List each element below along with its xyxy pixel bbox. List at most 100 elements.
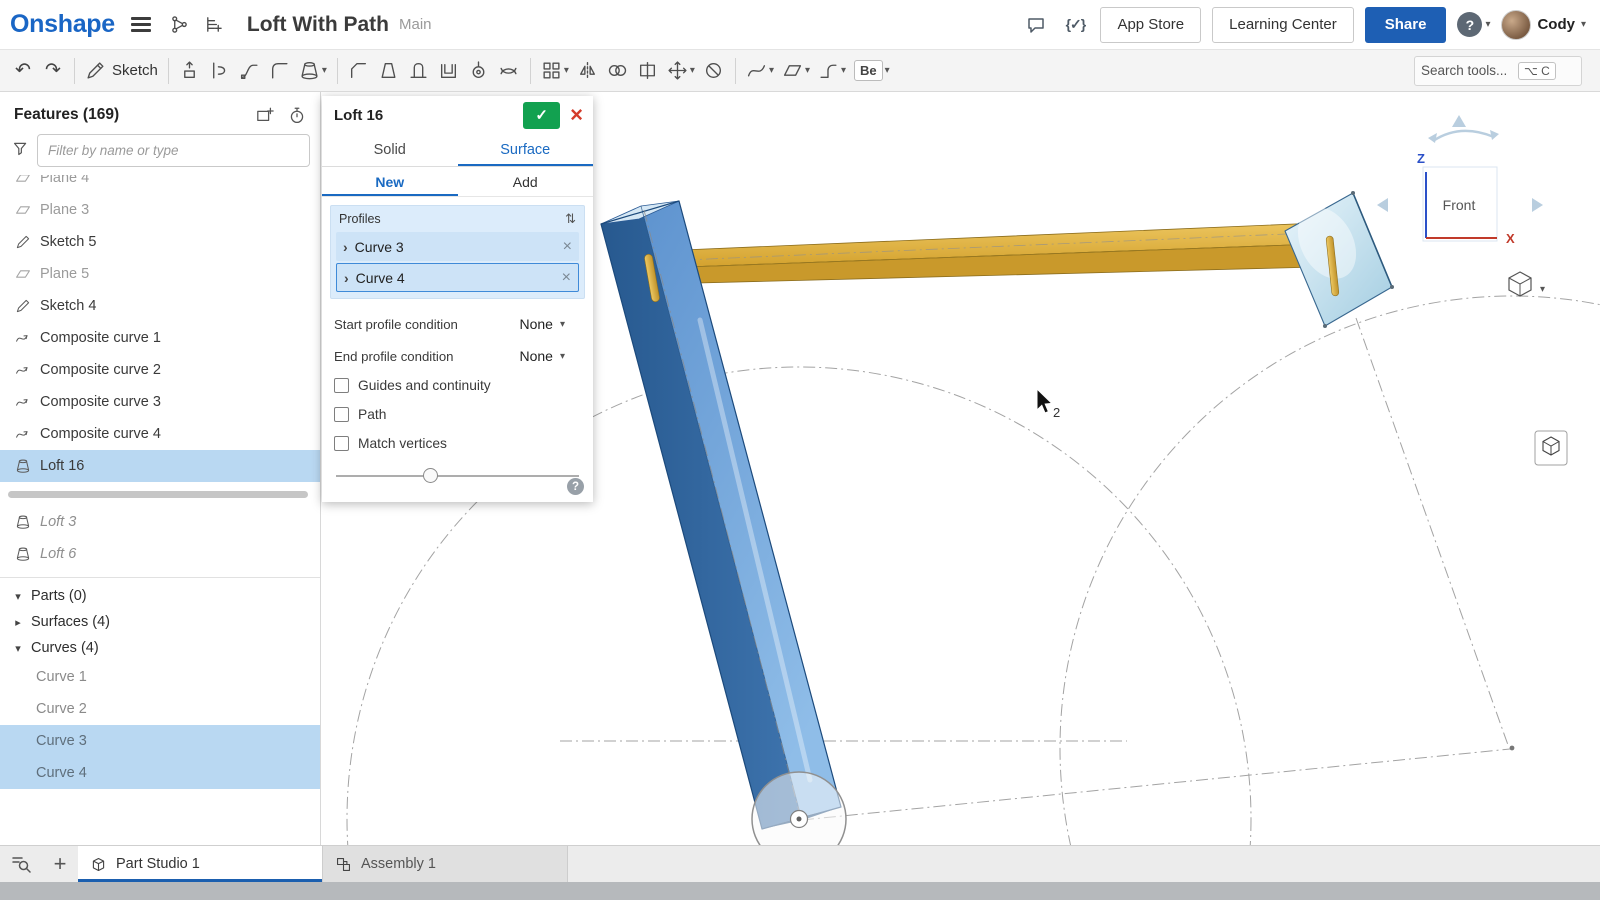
create-folder-button[interactable]: [254, 104, 276, 126]
group-surfaces[interactable]: ▸ Surfaces (4): [0, 609, 320, 635]
profiles-selection-box[interactable]: Profiles ⇅ › Curve 3 × › Curve 4 ×: [330, 205, 585, 299]
featurescript-icon[interactable]: {✓}: [1061, 11, 1089, 39]
cancel-button[interactable]: ×: [570, 104, 583, 126]
rotate-right-arrow[interactable]: [1532, 198, 1543, 212]
add-tab-button[interactable]: +: [42, 846, 78, 882]
checkbox[interactable]: [334, 436, 349, 451]
group-curves[interactable]: ▾ Curves (4): [0, 635, 320, 661]
feature-filter-input[interactable]: [37, 134, 310, 167]
extrude-button[interactable]: [175, 55, 205, 87]
feature-item[interactable]: Composite curve 3: [0, 386, 320, 418]
hole-button[interactable]: [464, 55, 494, 87]
rotate-arc-arrows[interactable]: [1433, 131, 1494, 141]
feature-item[interactable]: Composite curve 4: [0, 418, 320, 450]
selection-count-badge: 2: [1053, 405, 1060, 420]
guides-checkbox-row[interactable]: Guides and continuity: [322, 371, 593, 400]
delete-part-button[interactable]: [699, 55, 729, 87]
learning-center-button[interactable]: Learning Center: [1212, 7, 1354, 43]
sweep-button[interactable]: [235, 55, 265, 87]
view-triad: Front Z X: [1377, 115, 1543, 246]
view-cube-menu[interactable]: ▾: [1509, 272, 1545, 296]
rib-button[interactable]: [404, 55, 434, 87]
sketch-button[interactable]: Sketch: [81, 55, 162, 87]
cyan-loft-part[interactable]: [1285, 191, 1394, 328]
blue-loft-solid[interactable]: [601, 201, 841, 829]
onshape-logo[interactable]: Onshape: [10, 10, 115, 39]
horizontal-scrollbar[interactable]: [8, 491, 308, 498]
tab-part-studio[interactable]: Part Studio 1: [78, 846, 323, 882]
tab-surface[interactable]: Surface: [458, 134, 594, 166]
feature-item[interactable]: Plane 5: [0, 258, 320, 290]
isometric-view-button[interactable]: [1535, 431, 1567, 465]
feature-item[interactable]: Plane 3: [0, 194, 320, 226]
linear-pattern-button[interactable]: ▾: [537, 55, 573, 87]
checkbox[interactable]: [334, 407, 349, 422]
mirror-button[interactable]: [573, 55, 603, 87]
match-vertices-checkbox-row[interactable]: Match vertices: [322, 429, 593, 458]
group-parts[interactable]: ▾ Parts (0): [0, 583, 320, 609]
search-tools-input[interactable]: [1421, 63, 1513, 78]
remove-icon[interactable]: ×: [563, 238, 572, 256]
feature-item[interactable]: Composite curve 1: [0, 322, 320, 354]
history-button[interactable]: [286, 104, 308, 126]
feature-item-suppressed[interactable]: Loft 3: [0, 506, 320, 538]
rotate-left-arrowhead[interactable]: [1428, 133, 1437, 143]
rotate-up-arrow[interactable]: [1452, 115, 1466, 127]
checkbox[interactable]: [334, 378, 349, 393]
loft-button[interactable]: ▾: [295, 55, 331, 87]
profile-item-focused[interactable]: › Curve 4 ×: [336, 263, 579, 292]
gold-loft-surface[interactable]: [659, 223, 1318, 284]
hamburger-menu-icon[interactable]: [131, 17, 151, 32]
confirm-button[interactable]: ✓: [523, 102, 560, 129]
curve-item-selected[interactable]: Curve 4: [0, 757, 320, 789]
end-condition-select[interactable]: None ▾: [518, 346, 568, 366]
curve-item[interactable]: Curve 2: [0, 693, 320, 725]
boolean-button[interactable]: [603, 55, 633, 87]
path-checkbox-row[interactable]: Path: [322, 400, 593, 429]
profile-item[interactable]: › Curve 3 ×: [336, 232, 579, 261]
surface-tools-button[interactable]: ▾: [778, 55, 814, 87]
user-menu[interactable]: Cody ▾: [1501, 10, 1586, 40]
feature-item[interactable]: Plane 4: [0, 175, 320, 194]
chamfer-button[interactable]: [344, 55, 374, 87]
wrap-button[interactable]: [494, 55, 524, 87]
rotate-left-arrow[interactable]: [1377, 198, 1388, 212]
feature-item[interactable]: Sketch 4: [0, 290, 320, 322]
subtab-add[interactable]: Add: [458, 167, 594, 196]
app-store-button[interactable]: App Store: [1100, 7, 1201, 43]
split-button[interactable]: [633, 55, 663, 87]
comments-icon[interactable]: [1022, 11, 1050, 39]
workspace-name[interactable]: Main: [399, 16, 432, 33]
curve-item-selected[interactable]: Curve 3: [0, 725, 320, 757]
insert-elements-icon[interactable]: [199, 10, 229, 40]
start-condition-select[interactable]: None ▾: [518, 314, 568, 334]
curve-tools-button[interactable]: ▾: [742, 55, 778, 87]
manage-tabs-button[interactable]: [0, 846, 42, 882]
draft-button[interactable]: [374, 55, 404, 87]
revolve-button[interactable]: [205, 55, 235, 87]
share-button[interactable]: Share: [1365, 7, 1447, 43]
remove-icon[interactable]: ×: [562, 269, 571, 287]
reorder-icon[interactable]: ⇅: [565, 211, 576, 227]
fillet-button[interactable]: [265, 55, 295, 87]
sheet-metal-button[interactable]: ▾: [814, 55, 850, 87]
feature-item-suppressed[interactable]: Loft 6: [0, 538, 320, 570]
custom-features-button[interactable]: Be ▾: [850, 55, 894, 87]
undo-button[interactable]: ↶: [8, 55, 38, 87]
feature-item[interactable]: Composite curve 2: [0, 354, 320, 386]
feature-item[interactable]: Sketch 5: [0, 226, 320, 258]
transform-button[interactable]: ▾: [663, 55, 699, 87]
dialog-help-button[interactable]: ?: [567, 478, 584, 495]
versions-icon[interactable]: [165, 10, 195, 40]
tab-assembly[interactable]: Assembly 1: [323, 846, 568, 882]
dialog-resize-slider[interactable]: [336, 468, 579, 484]
slider-thumb[interactable]: [423, 468, 438, 483]
subtab-new[interactable]: New: [322, 167, 458, 196]
tab-solid[interactable]: Solid: [322, 134, 458, 166]
shell-button[interactable]: [434, 55, 464, 87]
redo-button[interactable]: ↷: [38, 55, 68, 87]
curve-item[interactable]: Curve 1: [0, 661, 320, 693]
rotate-right-arrowhead[interactable]: [1490, 130, 1499, 140]
help-menu[interactable]: ? ▾: [1457, 12, 1490, 37]
feature-item-active[interactable]: Loft 16: [0, 450, 320, 482]
